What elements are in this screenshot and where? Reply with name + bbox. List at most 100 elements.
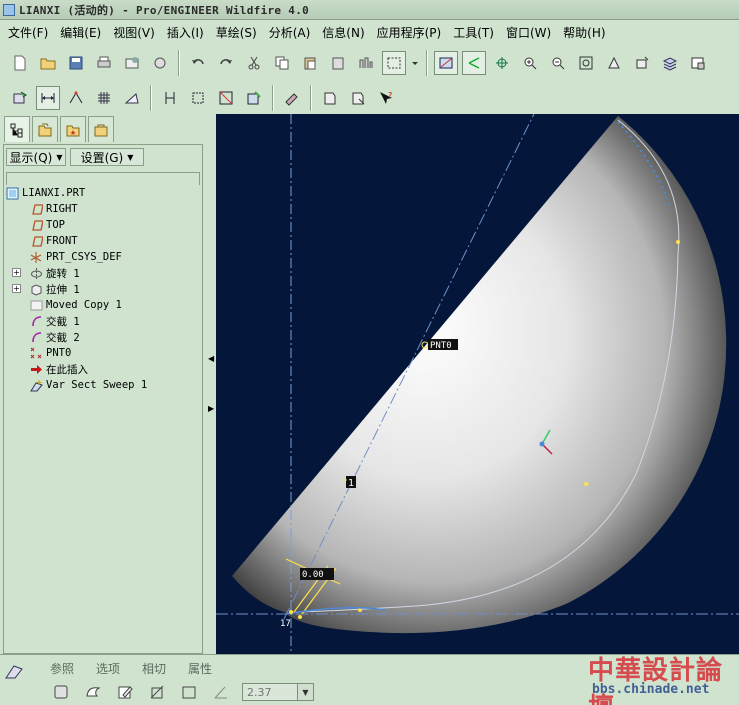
menu-help[interactable]: 帮助(H)	[557, 24, 611, 41]
email-button[interactable]	[120, 51, 144, 75]
print-button[interactable]	[92, 51, 116, 75]
reorient-button[interactable]	[602, 51, 626, 75]
tree-item-moved-copy[interactable]: Moved Copy 1	[30, 297, 122, 313]
tree-item-insert-here[interactable]: 在此插入	[30, 361, 88, 377]
new-file-button[interactable]	[8, 51, 32, 75]
open-file-button[interactable]	[36, 51, 60, 75]
tree-item-extrude[interactable]: 拉伸 1	[30, 281, 80, 297]
menu-view[interactable]: 视图(V)	[107, 24, 161, 41]
surface-button[interactable]	[82, 681, 104, 703]
print-icon	[97, 56, 111, 68]
paste-special-button[interactable]	[326, 51, 350, 75]
modify-tool-button[interactable]	[242, 86, 266, 110]
show-dropdown[interactable]: 显示(Q) ▼	[6, 148, 66, 166]
email-link-button[interactable]	[148, 51, 172, 75]
rectangle-tool-button[interactable]	[186, 86, 210, 110]
tree-item-label: RIGHT	[46, 203, 78, 215]
sketch-section-button[interactable]	[114, 681, 136, 703]
tab-model-tree[interactable]	[4, 116, 30, 142]
solid-button[interactable]	[50, 681, 72, 703]
tab-tangency[interactable]: 相切	[142, 660, 166, 677]
thicken-button[interactable]	[178, 681, 200, 703]
insert-here-arrow-icon	[31, 364, 42, 374]
copy-button[interactable]	[270, 51, 294, 75]
tree-item-pnt0[interactable]: PNT0	[30, 345, 71, 361]
trim-tool-button[interactable]	[214, 86, 238, 110]
tab-folder-browser[interactable]	[32, 116, 58, 142]
undo-icon	[192, 59, 204, 65]
constraints-toggle[interactable]	[64, 86, 88, 110]
panel-splitter[interactable]: ◀ ▶	[206, 114, 216, 654]
settings-dropdown[interactable]: 设置(G) ▼	[70, 148, 144, 166]
thickness-angle-button[interactable]	[210, 681, 232, 703]
tree-item-intersect-2[interactable]: 交截 2	[30, 329, 80, 345]
tree-item-revolve[interactable]: 旋转 1	[30, 265, 80, 281]
sketch-vertex	[289, 610, 293, 614]
vertices-toggle[interactable]	[120, 86, 144, 110]
regenerate-button[interactable]	[354, 51, 378, 75]
collapse-left-icon[interactable]: ◀	[208, 354, 214, 363]
save-button[interactable]	[64, 51, 88, 75]
model-tree-filter-button[interactable]	[280, 86, 304, 110]
zoom-out-button[interactable]	[546, 51, 570, 75]
menu-insert[interactable]: 插入(I)	[161, 24, 210, 41]
tab-connections[interactable]	[88, 116, 114, 142]
zoom-in-button[interactable]	[518, 51, 542, 75]
selection-dropdown[interactable]	[410, 51, 420, 75]
remove-material-button[interactable]	[146, 681, 168, 703]
tree-item-csys[interactable]: PRT_CSYS_DEF	[30, 249, 122, 265]
menu-applications[interactable]: 应用程序(P)	[371, 24, 448, 41]
view-manager-button[interactable]	[686, 51, 710, 75]
tree-item-right-plane[interactable]: RIGHT	[30, 201, 78, 217]
spin-center-toggle[interactable]	[490, 51, 514, 75]
tab-options[interactable]: 选项	[96, 660, 120, 677]
expand-extrude[interactable]: +	[12, 284, 21, 293]
main-toolbar	[0, 46, 739, 80]
thickness-value-input[interactable]: 2.37 ▼	[242, 683, 314, 701]
undo-button[interactable]	[186, 51, 210, 75]
tab-properties[interactable]: 属性	[188, 660, 212, 677]
menu-window[interactable]: 窗口(W)	[500, 24, 557, 41]
tree-item-top-plane[interactable]: TOP	[30, 217, 65, 233]
tab-references[interactable]: 参照	[50, 660, 74, 677]
menu-edit[interactable]: 编辑(E)	[54, 24, 107, 41]
help-arrow-icon: ?	[380, 91, 392, 104]
tab-favorites[interactable]	[60, 116, 86, 142]
expand-revolve[interactable]: +	[12, 268, 21, 277]
context-help-button[interactable]: ?	[374, 86, 398, 110]
datum-planes-toggle[interactable]	[434, 51, 458, 75]
datum-axes-toggle[interactable]	[462, 51, 486, 75]
csys-origin	[539, 441, 545, 447]
paste-button[interactable]	[298, 51, 322, 75]
dimension-value[interactable]: 0.00	[302, 570, 324, 580]
dimension-toggle[interactable]	[36, 86, 60, 110]
menu-analysis[interactable]: 分析(A)	[263, 24, 317, 41]
intersect-icon	[32, 315, 42, 326]
navigator-panel: 显示(Q) ▼ 设置(G) ▼ LIANXI.PRT RIGHT TOP FRONT	[0, 114, 208, 654]
refit-button[interactable]	[574, 51, 598, 75]
sketch-ok-button[interactable]	[318, 86, 342, 110]
redo-button[interactable]	[214, 51, 238, 75]
repaint-button[interactable]	[8, 86, 32, 110]
saved-views-button[interactable]	[630, 51, 654, 75]
grid-toggle[interactable]	[92, 86, 116, 110]
chevron-down-icon[interactable]: ▼	[297, 684, 313, 700]
tree-item-front-plane[interactable]: FRONT	[30, 233, 78, 249]
layers-button[interactable]	[658, 51, 682, 75]
dashboard-tools: 2.37 ▼	[50, 681, 314, 703]
cut-button[interactable]	[242, 51, 266, 75]
tree-item-intersect-1[interactable]: 交截 1	[30, 313, 80, 329]
selection-box-button[interactable]	[382, 51, 406, 75]
sketch-cancel-button[interactable]	[346, 86, 370, 110]
connections-icon	[94, 124, 108, 136]
menu-tools[interactable]: 工具(T)	[447, 24, 500, 41]
tree-item-var-sect-sweep[interactable]: Var Sect Sweep 1	[30, 377, 147, 393]
graphics-viewport[interactable]: PNT0 1 0.00 17	[216, 114, 739, 654]
menu-sketch[interactable]: 草绘(S)	[210, 24, 263, 41]
menu-file[interactable]: 文件(F)	[2, 24, 54, 41]
sweep-solid[interactable]	[232, 116, 727, 634]
menu-info[interactable]: 信息(N)	[316, 24, 370, 41]
line-tool-button[interactable]	[158, 86, 182, 110]
expand-right-icon[interactable]: ▶	[208, 404, 214, 413]
tree-item-part[interactable]: LIANXI.PRT	[6, 185, 85, 201]
